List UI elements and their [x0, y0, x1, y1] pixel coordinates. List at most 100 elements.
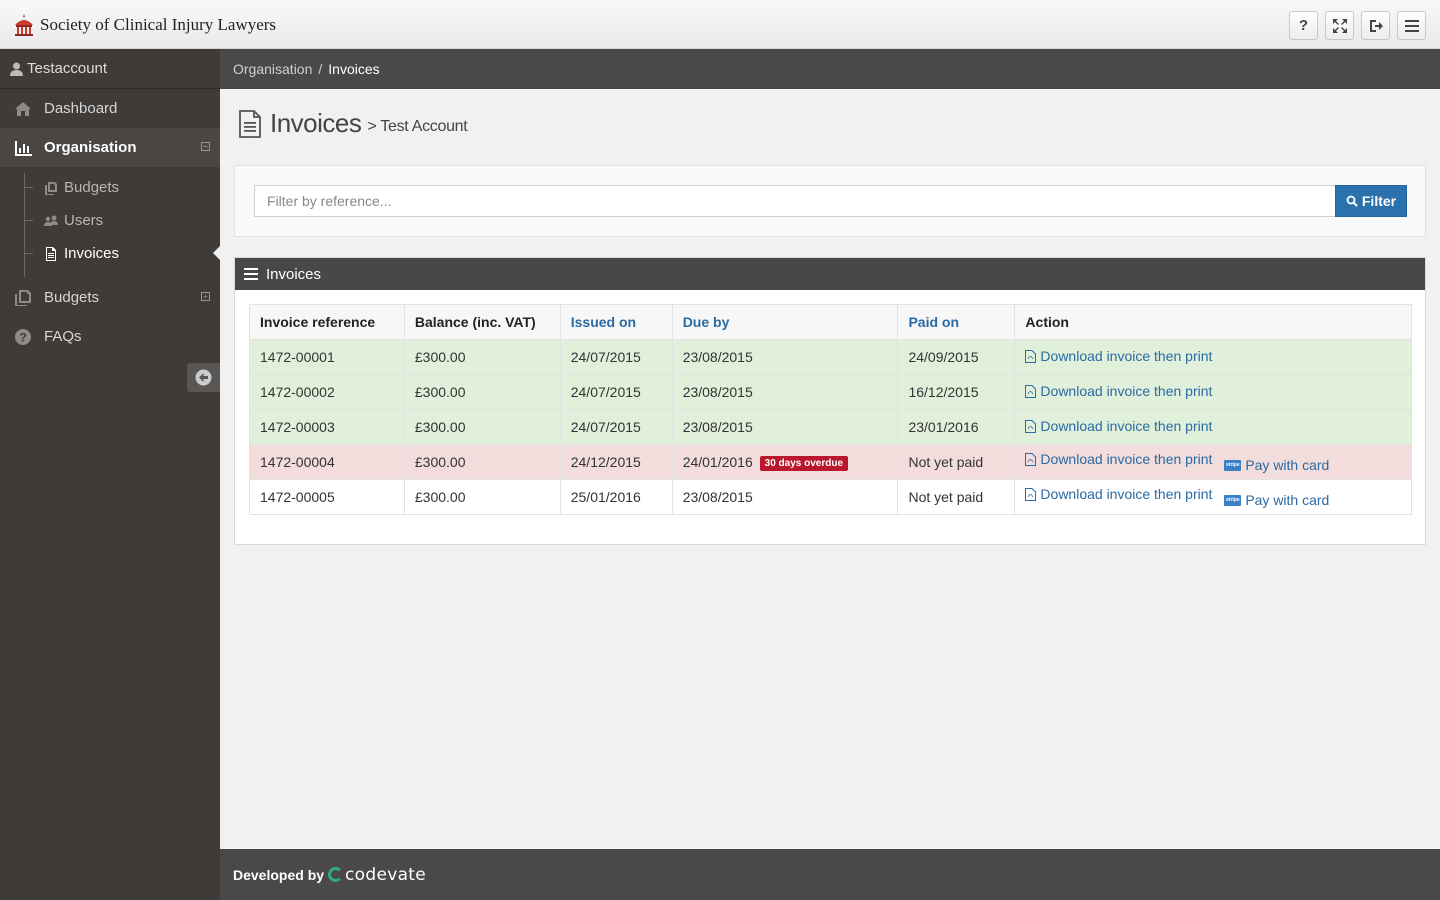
cell-issued-on: 24/07/2015	[559, 339, 673, 375]
sidebar-item-label: FAQs	[44, 328, 82, 345]
invoices-panel-header: Invoices	[235, 258, 1425, 290]
table-row: 1472-00001 £300.00 24/07/2015 23/08/2015…	[249, 339, 1412, 375]
page-header: Invoices > Test Account	[238, 108, 468, 139]
sidebar-item-dashboard[interactable]: Dashboard	[0, 89, 220, 128]
menu-icon	[1404, 19, 1419, 32]
column-header-balance: Balance (inc. VAT)	[403, 304, 561, 340]
cell-issued-on: 25/01/2016	[559, 479, 673, 515]
fullscreen-icon	[1332, 18, 1347, 33]
organisation-submenu: Budgets Users Invoices	[0, 167, 220, 278]
cell-due-by: 23/08/2015	[671, 479, 899, 515]
download-invoice-link[interactable]: Download invoice then print	[1025, 383, 1212, 399]
file-icon	[44, 246, 58, 261]
table-row: 1472-00005 £300.00 25/01/2016 23/08/2015…	[249, 479, 1412, 515]
sidebar-item-label: Organisation	[44, 139, 137, 156]
due-date: 23/08/2015	[682, 419, 753, 435]
sidebar-item-label: Dashboard	[44, 100, 118, 117]
cell-paid-on: 16/12/2015	[897, 374, 1016, 410]
logo-icon	[15, 14, 33, 36]
question-icon: ?	[13, 328, 33, 346]
table-row: 1472-00004 £300.00 24/12/2015 24/01/2016…	[249, 444, 1412, 480]
budgets-icon	[13, 289, 33, 307]
due-date: 23/08/2015	[682, 384, 753, 400]
sidebar-item-budgets[interactable]: Budgets +	[0, 278, 220, 317]
cell-balance: £300.00	[403, 374, 561, 410]
sidebar-item-organisation[interactable]: Organisation −	[0, 128, 220, 167]
user-icon	[10, 62, 23, 76]
pdf-file-icon	[1025, 349, 1037, 363]
filter-button[interactable]: Filter	[1335, 185, 1407, 217]
sidebar-subitem-budgets[interactable]: Budgets	[0, 171, 220, 204]
breadcrumb-organisation[interactable]: Organisation	[233, 61, 312, 77]
menu-button[interactable]	[1397, 11, 1426, 40]
help-button[interactable]: ?	[1289, 11, 1318, 40]
app-title: Society of Clinical Injury Lawyers	[40, 15, 277, 34]
sidebar-subitem-label: Users	[64, 212, 104, 229]
filter-button-label: Filter	[1361, 193, 1397, 209]
user-name: Testaccount	[27, 60, 108, 77]
column-header-paid-on[interactable]: Paid on	[897, 304, 1016, 340]
invoices-panel-title: Invoices	[266, 265, 322, 283]
pay-with-card-link[interactable]: stripe Pay with card	[1224, 457, 1329, 473]
download-invoice-link[interactable]: Download invoice then print	[1025, 348, 1212, 364]
download-invoice-link[interactable]: Download invoice then print	[1025, 486, 1212, 502]
budgets-icon	[44, 181, 58, 195]
logout-button[interactable]	[1361, 11, 1390, 40]
sidebar-item-label: Budgets	[44, 289, 100, 306]
pay-with-card-label: Pay with card	[1245, 457, 1330, 473]
pdf-file-icon	[1025, 487, 1037, 501]
pdf-file-icon	[1025, 384, 1037, 398]
sidebar-subitem-users[interactable]: Users	[0, 204, 220, 237]
cell-action: Download invoice then print	[1014, 374, 1412, 410]
breadcrumb-current: Invoices	[328, 61, 380, 77]
cell-issued-on: 24/12/2015	[559, 444, 673, 480]
breadcrumb-separator: /	[318, 61, 323, 77]
table-header-row: Invoice reference Balance (inc. VAT) Iss…	[249, 304, 1412, 340]
due-date: 23/08/2015	[682, 349, 753, 365]
download-invoice-link[interactable]: Download invoice then print	[1025, 418, 1212, 434]
stripe-icon: stripe	[1224, 459, 1242, 471]
search-icon	[1346, 195, 1358, 207]
sidebar-subitem-invoices[interactable]: Invoices	[0, 237, 220, 270]
fullscreen-button[interactable]	[1325, 11, 1354, 40]
top-toolbar: ?	[1289, 11, 1426, 40]
stripe-icon: stripe	[1224, 494, 1242, 506]
sidebar: Testaccount Dashboard Organisation − Bud…	[0, 49, 220, 900]
cell-action: Download invoice then print stripe Pay w…	[1014, 444, 1412, 480]
sidebar-subitem-label: Budgets	[64, 179, 120, 196]
column-header-issued-on[interactable]: Issued on	[559, 304, 673, 340]
pdf-file-icon	[1025, 419, 1037, 433]
cell-paid-on: 24/09/2015	[897, 339, 1016, 375]
tree-tick	[24, 253, 33, 254]
list-icon	[244, 268, 258, 280]
pay-with-card-link[interactable]: stripe Pay with card	[1224, 492, 1329, 508]
filter-reference-input[interactable]	[254, 185, 1336, 217]
svg-text:?: ?	[19, 330, 26, 344]
column-header-reference: Invoice reference	[249, 304, 405, 340]
cell-balance: £300.00	[403, 479, 561, 515]
cell-reference: 1472-00004	[249, 444, 405, 480]
user-menu[interactable]: Testaccount	[0, 49, 220, 89]
column-header-due-by[interactable]: Due by	[671, 304, 899, 340]
codevate-logo[interactable]: codevate	[328, 865, 426, 885]
download-invoice-link[interactable]: Download invoice then print	[1025, 451, 1212, 467]
expand-toggle[interactable]: +	[201, 292, 210, 301]
cell-balance: £300.00	[403, 444, 561, 480]
cell-reference: 1472-00001	[249, 339, 405, 375]
brand[interactable]: Society of Clinical Injury Lawyers	[12, 13, 276, 37]
collapse-sidebar-button[interactable]	[187, 363, 220, 392]
cell-action: Download invoice then print	[1014, 339, 1412, 375]
download-invoice-label: Download invoice then print	[1040, 383, 1213, 400]
sidebar-item-faqs[interactable]: ? FAQs	[0, 317, 220, 356]
cell-due-by: 24/01/2016 30 days overdue	[671, 444, 899, 480]
cell-action: Download invoice then print	[1014, 409, 1412, 445]
table-row: 1472-00003 £300.00 24/07/2015 23/08/2015…	[249, 409, 1412, 445]
chart-icon	[13, 139, 33, 157]
cell-reference: 1472-00005	[249, 479, 405, 515]
tree-tick	[24, 187, 33, 188]
pay-with-card-label: Pay with card	[1245, 492, 1330, 508]
footer: Developed by codevate	[220, 849, 1440, 900]
cell-paid-on: Not yet paid	[897, 479, 1016, 515]
top-bar: Society of Clinical Injury Lawyers ?	[0, 0, 1440, 49]
collapse-toggle[interactable]: −	[201, 142, 210, 151]
